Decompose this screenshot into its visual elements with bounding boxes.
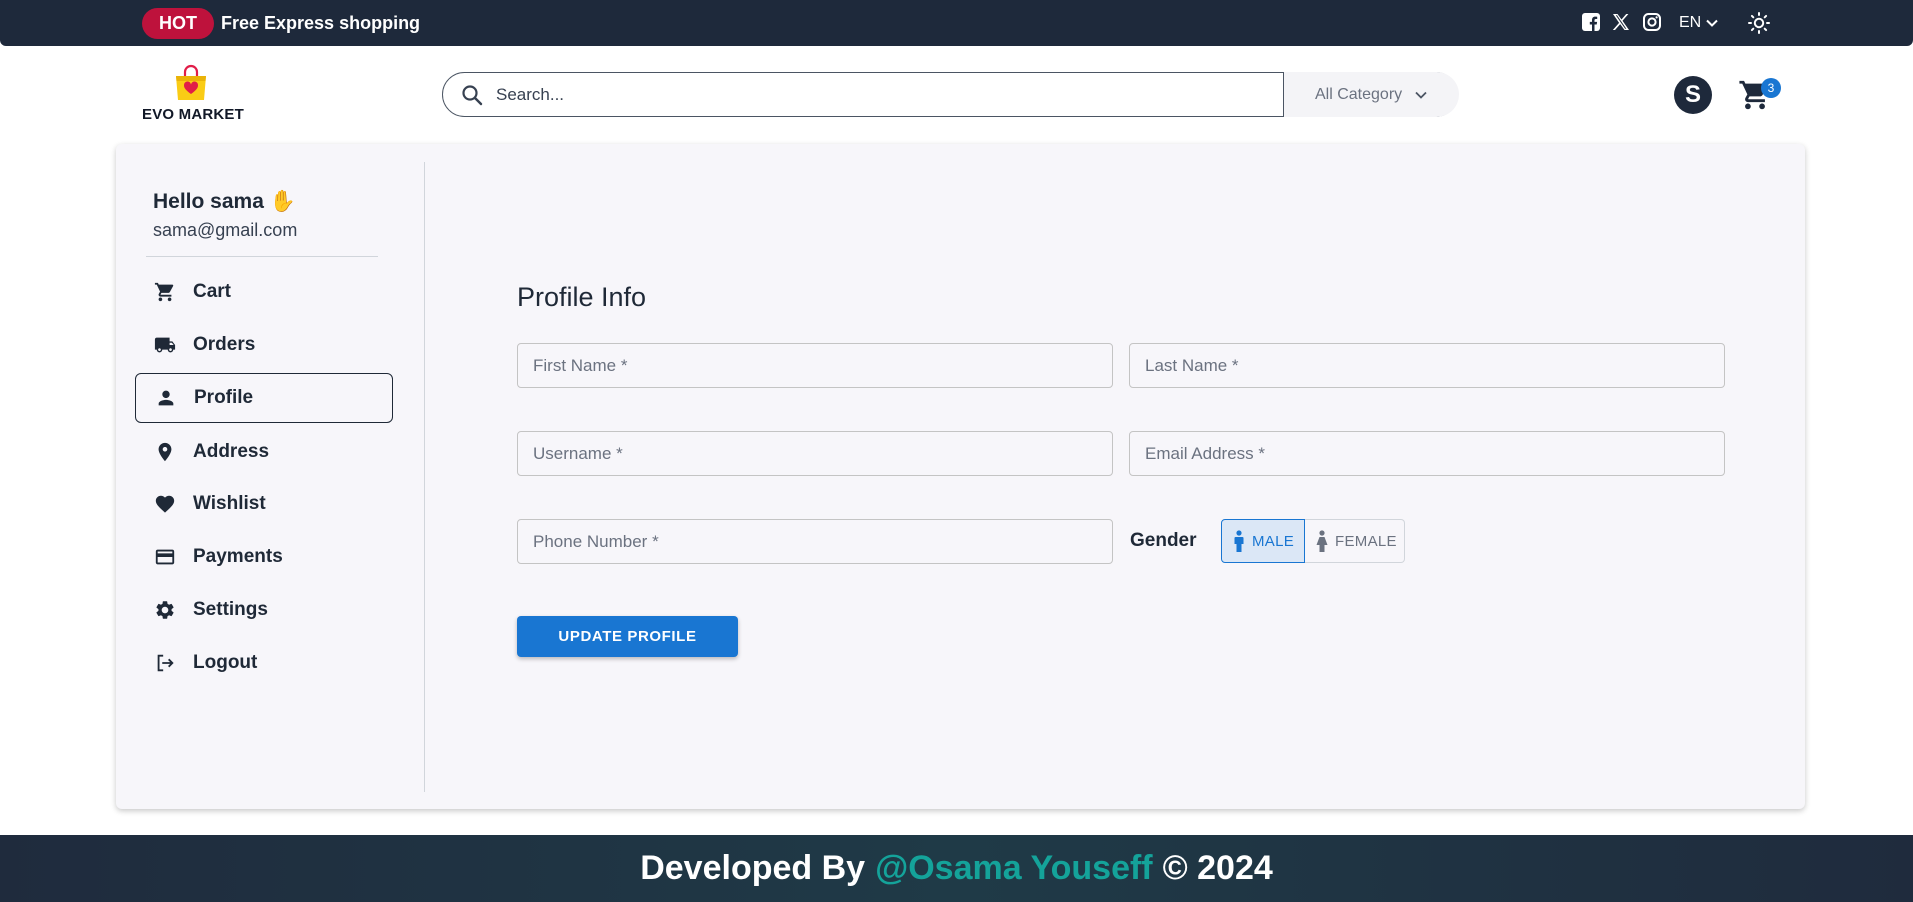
gender-option-label: FEMALE: [1335, 532, 1397, 550]
sidebar-item-orders[interactable]: Orders: [135, 320, 393, 370]
sidebar-item-label: Settings: [193, 599, 268, 620]
category-selected-label: All Category: [1315, 85, 1403, 103]
sidebar-item-address[interactable]: Address: [135, 427, 393, 477]
promo-text: Free Express shopping: [221, 13, 421, 33]
logo-text: EVO MARKET: [142, 106, 245, 123]
heart-icon: [153, 492, 177, 516]
x-twitter-icon[interactable]: [1611, 12, 1631, 32]
cart-count-badge: 3: [1761, 78, 1781, 98]
instagram-icon[interactable]: [1642, 12, 1662, 32]
phone-field: [517, 519, 1113, 564]
gender-toggle-group: MALE FEMALE: [1221, 519, 1405, 563]
sidebar-item-profile[interactable]: Profile: [135, 373, 393, 423]
chevron-down-icon: [1706, 19, 1718, 27]
logo[interactable]: EVO MARKET: [142, 62, 245, 124]
top-announcement-bar: HOT Free Express shopping EN: [0, 0, 1913, 46]
sidebar-item-logout[interactable]: Logout: [135, 638, 393, 688]
gender-female-button[interactable]: FEMALE: [1305, 519, 1405, 563]
sidebar-item-label: Payments: [193, 546, 283, 567]
location-pin-icon: [153, 440, 177, 464]
sidebar-item-wishlist[interactable]: Wishlist: [135, 479, 393, 529]
divider: [424, 162, 425, 792]
sidebar-item-cart[interactable]: Cart: [135, 267, 393, 317]
avatar[interactable]: S: [1674, 76, 1712, 114]
username-field: [517, 431, 1113, 476]
sidebar-item-payments[interactable]: Payments: [135, 532, 393, 582]
user-greeting: Hello sama ✋: [153, 190, 296, 213]
sidebar-item-label: Logout: [193, 652, 258, 673]
sidebar-item-label: Address: [193, 441, 270, 462]
phone-input[interactable]: [518, 520, 1112, 563]
sidebar-item-label: Cart: [193, 281, 232, 302]
account-sidebar: Hello sama ✋ sama@gmail.com Cart Orders …: [116, 144, 424, 809]
email-input[interactable]: [1130, 432, 1724, 475]
sun-icon[interactable]: [1747, 11, 1771, 35]
footer-prefix: Developed By: [640, 849, 866, 887]
male-icon: [1234, 530, 1244, 552]
last-name-field: [1129, 343, 1725, 388]
gender-option-label: MALE: [1252, 532, 1295, 550]
chevron-down-icon: [1415, 91, 1427, 99]
divider: [146, 256, 378, 257]
page-title: Profile Info: [517, 282, 647, 312]
cart-icon: [153, 280, 177, 304]
facebook-icon[interactable]: [1581, 12, 1601, 32]
sidebar-item-label: Orders: [193, 334, 256, 355]
hot-badge: HOT: [142, 8, 214, 39]
first-name-input[interactable]: [518, 344, 1112, 387]
female-icon: [1316, 530, 1328, 552]
search-input[interactable]: [496, 79, 1216, 111]
username-input[interactable]: [518, 432, 1112, 475]
logout-icon: [153, 651, 177, 675]
search-bar: All Category: [442, 72, 1459, 117]
language-label: EN: [1679, 14, 1702, 31]
sidebar-item-label: Profile: [194, 387, 254, 408]
footer-copyright: © 2024: [1162, 849, 1273, 887]
footer: Developed By @Osama Youseff © 2024: [0, 835, 1913, 902]
category-select[interactable]: All Category: [1283, 72, 1459, 117]
gender-label: Gender: [1130, 530, 1197, 551]
sidebar-item-settings[interactable]: Settings: [135, 585, 393, 635]
language-selector[interactable]: EN: [1679, 12, 1719, 34]
user-email: sama@gmail.com: [153, 220, 298, 240]
gear-icon: [153, 598, 177, 622]
first-name-field: [517, 343, 1113, 388]
credit-card-icon: [153, 545, 177, 569]
email-field: [1129, 431, 1725, 476]
account-panel: Hello sama ✋ sama@gmail.com Cart Orders …: [116, 144, 1805, 809]
footer-author-link[interactable]: @Osama Youseff: [875, 849, 1153, 888]
gender-male-button[interactable]: MALE: [1221, 519, 1305, 563]
sidebar-item-label: Wishlist: [193, 493, 266, 514]
search-icon: [462, 85, 483, 106]
last-name-input[interactable]: [1130, 344, 1724, 387]
shopping-bag-icon: [176, 64, 206, 100]
person-icon: [154, 386, 178, 410]
update-profile-button[interactable]: UPDATE PROFILE: [517, 616, 738, 657]
truck-icon: [153, 333, 177, 357]
